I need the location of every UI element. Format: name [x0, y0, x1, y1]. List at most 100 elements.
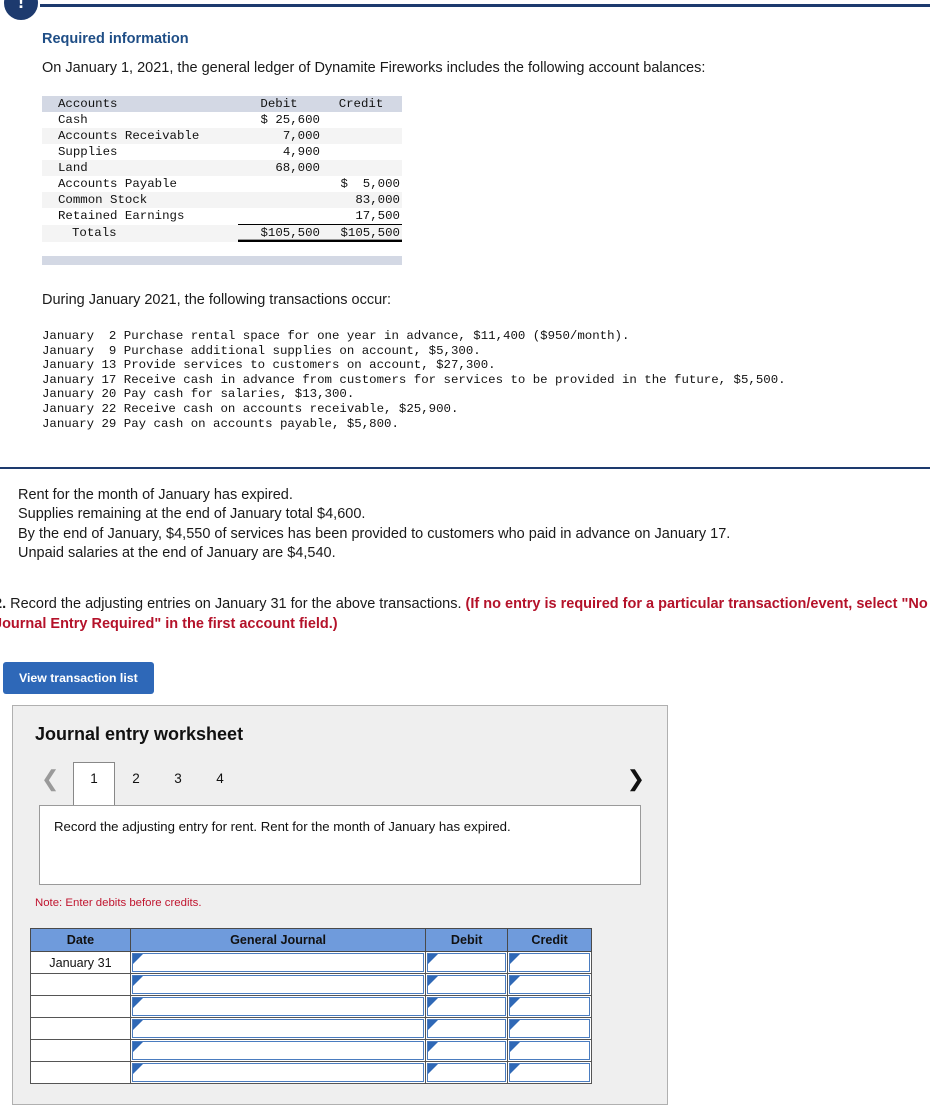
ledger-col-debit: Debit: [238, 96, 322, 112]
journal-account-cell[interactable]: [129, 951, 427, 974]
tab-3[interactable]: 3: [157, 762, 199, 796]
ledger-totals-label: Totals: [42, 224, 238, 242]
journal-debit-cell[interactable]: [425, 995, 509, 1018]
table-row: [30, 1039, 592, 1062]
debits-before-credits-note: Note: Enter debits before credits.: [35, 897, 202, 909]
debit-input[interactable]: [427, 1019, 507, 1038]
journal-credit-cell[interactable]: [507, 995, 592, 1018]
top-divider-bar: [40, 4, 930, 7]
journal-debit-cell[interactable]: [425, 1039, 509, 1062]
account-dropdown[interactable]: [131, 975, 425, 994]
journal-credit-cell[interactable]: [507, 951, 592, 974]
ledger-row: Supplies 4,900: [42, 144, 402, 160]
intro-text: On January 1, 2021, the general ledger o…: [42, 60, 706, 76]
journal-account-cell[interactable]: [129, 1039, 427, 1062]
journal-entry-table: Date General Journal Debit Credit Januar…: [30, 928, 592, 1084]
transaction-item: January 13 Provide services to customers…: [42, 358, 496, 373]
ledger-account: Land: [42, 160, 238, 176]
tab-4[interactable]: 4: [199, 762, 241, 796]
ledger-footer-bar: [42, 256, 402, 265]
credit-input[interactable]: [509, 975, 590, 994]
ledger-row: Retained Earnings 17,500: [42, 208, 402, 225]
account-dropdown[interactable]: [131, 953, 425, 972]
ledger-col-accounts: Accounts: [42, 96, 238, 112]
transaction-item: January 29 Pay cash on accounts payable,…: [42, 416, 399, 431]
ledger-totals-credit: $105,500: [322, 224, 402, 242]
transaction-list: January 2 Purchase rental space for one …: [42, 329, 786, 431]
journal-credit-cell[interactable]: [507, 1061, 592, 1084]
ledger-body: Accounts Debit Credit Cash $ 25,600 Acco…: [42, 96, 402, 242]
transaction-item: January 17 Receive cash in advance from …: [42, 372, 786, 387]
debit-input[interactable]: [427, 997, 507, 1016]
table-row: [30, 995, 592, 1018]
credit-input[interactable]: [509, 997, 590, 1016]
credit-input[interactable]: [509, 1041, 590, 1060]
journal-credit-cell[interactable]: [507, 973, 592, 996]
tab-2[interactable]: 2: [115, 762, 157, 796]
journal-credit-cell[interactable]: [507, 1017, 592, 1040]
journal-date-cell: [30, 1039, 131, 1062]
table-row: [30, 1017, 592, 1040]
journal-debit-cell[interactable]: [425, 1017, 509, 1040]
journal-credit-cell[interactable]: [507, 1039, 592, 1062]
ledger-debit: 7,000: [238, 128, 322, 144]
ledger-col-credit: Credit: [322, 96, 402, 112]
entry-description: Record the adjusting entry for rent. Ren…: [39, 805, 641, 885]
alert-badge-icon: !: [4, 0, 38, 20]
journal-date-cell: [30, 973, 131, 996]
ledger-account: Accounts Receivable: [42, 128, 238, 144]
ledger-account: Retained Earnings: [42, 208, 238, 225]
adjustments-list: Rent for the month of January has expire…: [18, 486, 730, 564]
journal-account-cell[interactable]: [129, 995, 427, 1018]
ledger-header-row: Accounts Debit Credit: [42, 96, 402, 112]
ledger-totals-debit: $105,500: [238, 224, 322, 242]
ledger-credit: 83,000: [322, 192, 402, 208]
journal-debit-cell[interactable]: [425, 973, 509, 996]
debit-input[interactable]: [427, 975, 507, 994]
journal-account-cell[interactable]: [129, 1061, 427, 1084]
worksheet-title: Journal entry worksheet: [35, 724, 244, 744]
journal-account-cell[interactable]: [129, 1017, 427, 1040]
ledger-row: Land 68,000: [42, 160, 402, 176]
journal-col-credit: Credit: [507, 928, 592, 952]
adjustment-item: Rent for the month of January has expire…: [18, 487, 293, 503]
ledger-debit: [238, 192, 322, 208]
ledger-credit: [322, 144, 402, 160]
ledger-debit: [238, 176, 322, 192]
trial-balance-table: Accounts Debit Credit Cash $ 25,600 Acco…: [42, 96, 402, 242]
debit-input[interactable]: [427, 1063, 507, 1082]
adjustment-item: Unpaid salaries at the end of January ar…: [18, 545, 336, 562]
ledger-totals-row: Totals $105,500 $105,500: [42, 224, 402, 242]
ledger-account: Accounts Payable: [42, 176, 238, 192]
journal-debit-cell[interactable]: [425, 951, 509, 974]
credit-input[interactable]: [509, 953, 590, 972]
worksheet-pager: ❮ 1 2 3 4 ❯: [31, 762, 651, 805]
transactions-heading: During January 2021, the following trans…: [42, 292, 391, 308]
account-dropdown[interactable]: [131, 1041, 425, 1060]
ledger-debit: [238, 208, 322, 225]
chevron-left-icon[interactable]: ❮: [41, 766, 59, 792]
account-dropdown[interactable]: [131, 997, 425, 1016]
chevron-right-icon[interactable]: ❯: [627, 766, 645, 792]
account-dropdown[interactable]: [131, 1063, 425, 1082]
credit-input[interactable]: [509, 1063, 590, 1082]
ledger-row: Common Stock 83,000: [42, 192, 402, 208]
credit-input[interactable]: [509, 1019, 590, 1038]
debit-input[interactable]: [427, 953, 507, 972]
journal-account-cell[interactable]: [129, 973, 427, 996]
debit-input[interactable]: [427, 1041, 507, 1060]
journal-header-row: Date General Journal Debit Credit: [30, 928, 592, 952]
transaction-item: January 2 Purchase rental space for one …: [42, 329, 630, 343]
account-dropdown[interactable]: [131, 1019, 425, 1038]
view-transaction-list-button[interactable]: View transaction list: [3, 662, 154, 694]
tab-1[interactable]: 1: [73, 762, 115, 805]
ledger-account: Cash: [42, 112, 238, 128]
transaction-item: January 22 Receive cash on accounts rece…: [42, 401, 459, 416]
journal-debit-cell[interactable]: [425, 1061, 509, 1084]
journal-col-general-journal: General Journal: [129, 928, 427, 952]
journal-date-cell: [30, 1061, 131, 1084]
adjustment-item: By the end of January, $4,550 of service…: [18, 525, 731, 542]
ledger-credit: [322, 128, 402, 144]
journal-date-cell: January 31: [30, 951, 131, 974]
ledger-credit: [322, 160, 402, 176]
